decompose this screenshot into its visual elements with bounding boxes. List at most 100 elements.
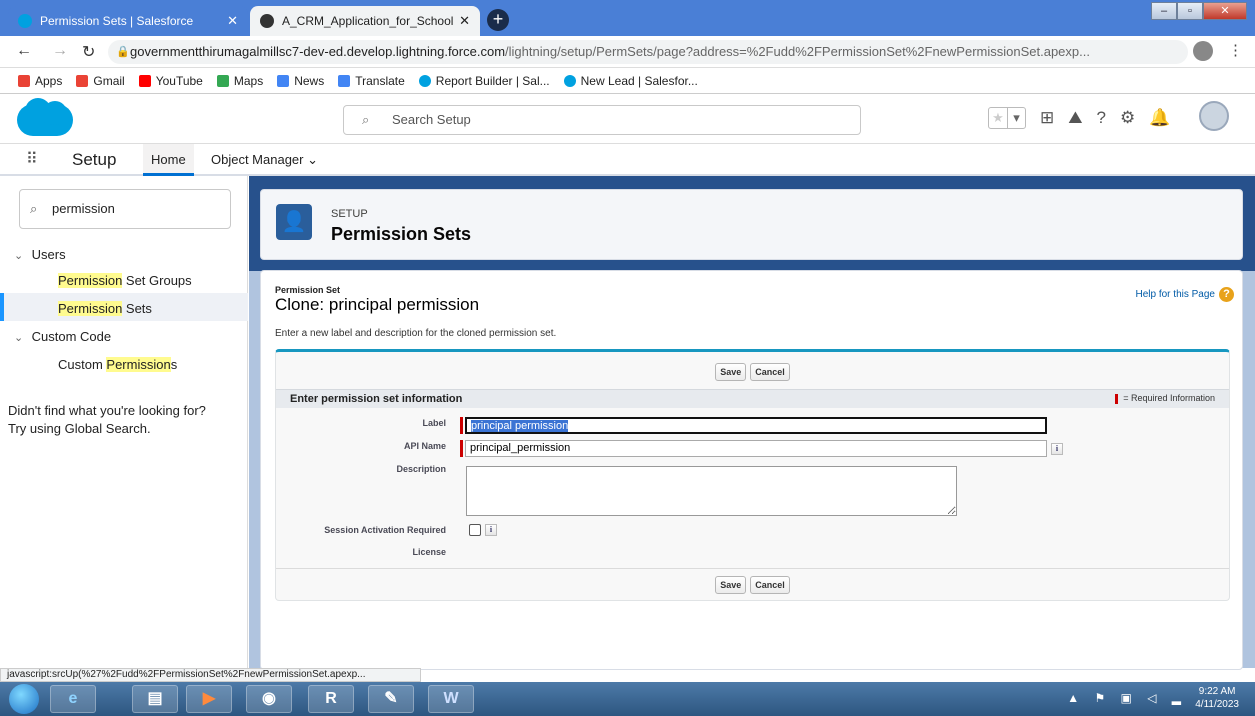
system-clock[interactable]: 9:22 AM 4/11/2023 — [1195, 685, 1239, 711]
search-setup-input[interactable]: ⌕ Search Setup — [343, 105, 861, 135]
browser-tab-strip: Permission Sets | Salesforce ✕ A_CRM_App… — [0, 0, 1255, 36]
chevron-down-icon: ⌄ — [307, 152, 319, 167]
search-icon: ⌕ — [30, 201, 38, 216]
gmail-icon — [76, 74, 89, 87]
help-for-this-page-link[interactable]: Help for this Page? — [1136, 287, 1234, 302]
info-icon[interactable]: i — [485, 524, 497, 536]
news-icon — [277, 74, 290, 87]
gimp-icon[interactable]: ✎ — [368, 685, 414, 713]
global-actions-plus-icon[interactable]: ⊞ — [1040, 108, 1054, 128]
quick-find-input[interactable]: ⌕ permission — [19, 189, 231, 229]
label-field-label: Label — [422, 418, 446, 428]
global-search-hint[interactable]: Try using Global Search. — [8, 421, 151, 436]
bookmark-translate[interactable]: Translate — [338, 74, 405, 88]
record-type-label: Permission Set — [275, 285, 341, 295]
maximize-button[interactable]: ▫ — [1177, 2, 1203, 20]
word-icon[interactable]: W — [428, 685, 474, 713]
url-path: /lightning/setup/PermSets/page?address=%… — [505, 44, 1090, 59]
sidebar-item-label: s — [170, 357, 178, 372]
tab-title: Permission Sets | Salesforce — [40, 14, 194, 28]
favorites-button[interactable]: ★ ▾ — [988, 107, 1026, 129]
cancel-button[interactable]: Cancel — [750, 576, 790, 594]
star-icon: ★ — [992, 110, 1004, 125]
required-legend: = Required Information — [1115, 393, 1215, 404]
salesforce-cloud-icon — [418, 74, 431, 87]
close-tab-icon[interactable]: ✕ — [227, 13, 238, 29]
search-placeholder: Search Setup — [392, 112, 471, 127]
api-name-field[interactable]: principal_permission — [465, 440, 1047, 457]
tab-label: Object Manager — [211, 152, 304, 167]
required-marker — [460, 440, 463, 457]
tree-node-custom-code[interactable]: ⌄ Custom Code — [14, 329, 111, 344]
sidebar-item-permission-set-groups[interactable]: Permission Set Groups — [58, 273, 192, 288]
back-arrow-icon[interactable]: ← — [16, 42, 32, 60]
sidebar-item-custom-permissions[interactable]: Custom Permissions — [58, 357, 177, 372]
search-icon: ⌕ — [362, 112, 370, 127]
help-question-icon: ? — [1219, 287, 1234, 302]
label-field[interactable]: principal permission — [465, 417, 1047, 434]
description-textarea[interactable] — [466, 466, 957, 516]
not-found-text: Didn't find what you're looking for? — [8, 403, 206, 418]
app-launcher-icon[interactable]: ⠿ — [26, 149, 38, 169]
not-found-line: Try using Global Search. — [8, 421, 151, 436]
browser-tab-crm-app[interactable]: A_CRM_Application_for_Schools& ✕ — [250, 6, 480, 36]
sidebar-item-permission-sets[interactable]: Permission Sets — [58, 301, 152, 316]
bookmark-youtube[interactable]: YouTube — [138, 74, 203, 88]
system-tray-icons[interactable]: ▲ ⚑ ▣ ◁ ▂ — [1067, 691, 1187, 705]
forward-arrow-icon[interactable]: → — [52, 42, 68, 60]
bookmark-maps[interactable]: Maps — [216, 73, 264, 88]
bookmark-apps[interactable]: Apps — [18, 74, 62, 88]
r-app-icon[interactable]: R — [308, 685, 354, 713]
windows-taskbar: e ▤ ▶ ◉ R ✎ W ▲ ⚑ ▣ ◁ ▂ 9:22 AM 4/11/2023 — [0, 682, 1255, 716]
profile-avatar[interactable] — [1193, 41, 1213, 61]
bookmark-label: Translate — [355, 73, 405, 88]
new-tab-button[interactable]: + — [487, 9, 509, 31]
salesforce-favicon-icon — [18, 14, 32, 28]
info-icon[interactable]: i — [1051, 443, 1063, 455]
header-utility-icons: ★ ▾ ⊞ ⛰ ? ⚙ 🔔 — [988, 107, 1184, 129]
close-tab-icon[interactable]: ✕ — [459, 13, 470, 29]
search-highlight: Permission — [58, 273, 123, 288]
file-explorer-icon[interactable]: ▤ — [132, 685, 178, 713]
api-name-field-label: API Name — [403, 441, 446, 451]
salesforce-logo[interactable] — [17, 98, 73, 136]
tree-node-users[interactable]: ⌄ Users — [14, 247, 66, 262]
save-button[interactable]: Save — [715, 576, 747, 594]
url-input[interactable]: 🔒 governmentthirumagalmillsc7-dev-ed.deve… — [108, 40, 1188, 64]
help-question-icon[interactable]: ? — [1097, 108, 1106, 128]
bookmark-report-builder[interactable]: Report Builder | Sal... — [418, 74, 550, 88]
save-button[interactable]: Save — [715, 363, 747, 381]
tab-object-manager[interactable]: Object Manager ⌄ — [203, 144, 326, 176]
session-activation-checkbox[interactable] — [469, 524, 481, 536]
bookmark-news[interactable]: News — [277, 74, 324, 88]
chrome-icon[interactable]: ◉ — [246, 685, 292, 713]
clock-date: 4/11/2023 — [1195, 699, 1239, 710]
license-field-label: License — [412, 547, 446, 557]
salesforce-global-header: ⌕ Search Setup ★ ▾ ⊞ ⛰ ? ⚙ 🔔 — [0, 94, 1255, 144]
bookmark-label: New Lead | Salesfor... — [580, 73, 698, 88]
divider — [276, 568, 1229, 569]
minimize-button[interactable]: – — [1151, 2, 1177, 20]
chevron-down-icon: ▾ — [1007, 108, 1025, 128]
form-title: Clone: principal permission — [275, 295, 480, 314]
user-avatar[interactable] — [1199, 101, 1229, 131]
close-window-button[interactable]: ✕ — [1203, 2, 1247, 20]
start-button[interactable] — [9, 684, 39, 714]
cancel-button[interactable]: Cancel — [750, 363, 790, 381]
notification-bell-icon[interactable]: 🔔 — [1149, 108, 1170, 128]
bookmark-gmail[interactable]: Gmail — [76, 74, 125, 88]
main-content: 👤 SETUP Permission Sets Permission Set C… — [249, 176, 1255, 670]
browser-menu-icon[interactable]: ⋮ — [1228, 41, 1243, 59]
trailhead-icon[interactable]: ⛰ — [1068, 108, 1082, 128]
sidebar-item-label: Set Groups — [122, 273, 192, 288]
reload-icon[interactable]: ↻ — [82, 42, 95, 62]
internet-explorer-icon[interactable]: e — [50, 685, 96, 713]
gear-icon[interactable]: ⚙ — [1120, 108, 1135, 128]
maps-icon — [216, 74, 229, 87]
browser-tab-permission-sets[interactable]: Permission Sets | Salesforce ✕ — [8, 6, 248, 36]
tab-home[interactable]: Home — [143, 144, 194, 176]
media-player-icon[interactable]: ▶ — [186, 685, 232, 713]
bookmark-label: Maps — [233, 73, 264, 88]
url-host: governmentthirumagalmillsc7-dev-ed.devel… — [130, 44, 506, 59]
bookmark-new-lead[interactable]: New Lead | Salesfor... — [563, 73, 698, 88]
